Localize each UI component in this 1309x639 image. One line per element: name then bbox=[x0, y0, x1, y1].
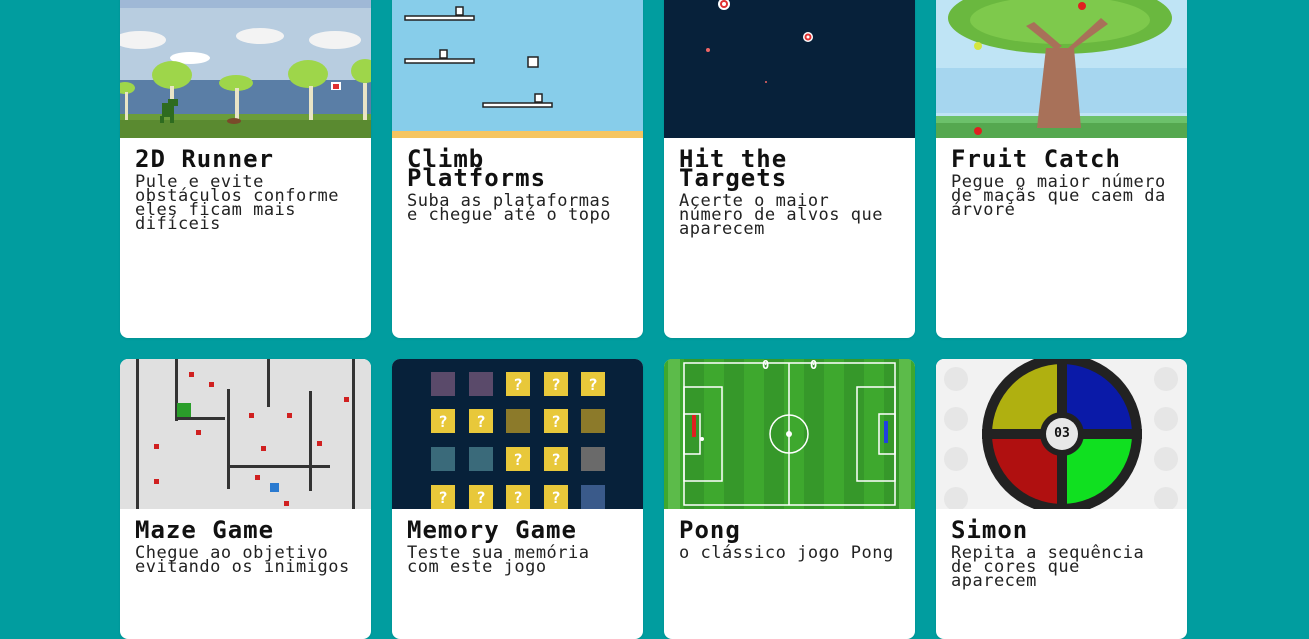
pong-thumbnail: 00 bbox=[664, 359, 915, 509]
svg-text:?: ? bbox=[513, 450, 523, 469]
game-card-hit-the-targets[interactable]: Hit the Targets Acerte o maior número de… bbox=[664, 0, 915, 338]
game-description: Pegue o maior número de maçãs que caem d… bbox=[951, 172, 1166, 220]
game-title: Pong bbox=[679, 516, 741, 544]
game-description: Pule e evite obstáculos conforme eles fi… bbox=[135, 172, 339, 234]
game-title: Climb Platforms bbox=[407, 145, 547, 192]
game-title: Simon bbox=[951, 516, 1029, 544]
simon-counter: 03 bbox=[1054, 426, 1070, 441]
game-description: o clássico jogo Pong bbox=[679, 543, 894, 563]
fruit-thumbnail bbox=[936, 0, 1187, 138]
svg-text:?: ? bbox=[438, 488, 448, 507]
svg-text:0: 0 bbox=[762, 359, 769, 372]
game-title: Hit the Targets bbox=[679, 145, 788, 192]
svg-text:?: ? bbox=[476, 488, 486, 507]
game-card-climb-platforms[interactable]: Climb Platforms Suba as plataformas e ch… bbox=[392, 0, 643, 338]
game-description: Teste sua memória com este jogo bbox=[407, 543, 590, 577]
runner-thumbnail bbox=[120, 0, 371, 138]
game-title: Maze Game bbox=[135, 516, 275, 544]
svg-text:?: ? bbox=[551, 450, 561, 469]
climb-thumbnail bbox=[392, 0, 643, 138]
game-description: Suba as plataformas e chegue até o topo bbox=[407, 191, 611, 225]
svg-text:?: ? bbox=[476, 412, 486, 431]
svg-text:?: ? bbox=[438, 412, 448, 431]
game-description: Repita a sequência de cores que aparecem bbox=[951, 543, 1145, 591]
memory-thumbnail: ??? ??? ?? ???? bbox=[392, 359, 643, 509]
svg-text:0: 0 bbox=[810, 359, 817, 372]
game-card-maze-game[interactable]: Maze Game Chegue ao objetivo evitando os… bbox=[120, 359, 371, 639]
game-card-pong[interactable]: 00 Pong o clássico jogo Pong bbox=[664, 359, 915, 639]
targets-thumbnail bbox=[664, 0, 915, 138]
simon-thumbnail: 03 bbox=[936, 359, 1187, 509]
game-title: Memory Game bbox=[407, 516, 577, 544]
game-card-simon[interactable]: 03 Simon Repita a sequência de cores que… bbox=[936, 359, 1187, 639]
game-description: Chegue ao objetivo evitando os inimigos bbox=[135, 543, 350, 577]
game-card-2d-runner[interactable]: 2D Runner Pule e evite obstáculos confor… bbox=[120, 0, 371, 338]
svg-text:?: ? bbox=[551, 375, 561, 394]
svg-text:?: ? bbox=[551, 488, 561, 507]
svg-text:?: ? bbox=[513, 375, 523, 394]
game-card-fruit-catch[interactable]: Fruit Catch Pegue o maior número de maçã… bbox=[936, 0, 1187, 338]
game-description: Acerte o maior número de alvos que apare… bbox=[679, 191, 883, 239]
game-title: 2D Runner bbox=[135, 145, 275, 173]
game-title: Fruit Catch bbox=[951, 145, 1121, 173]
svg-text:?: ? bbox=[513, 488, 523, 507]
svg-text:?: ? bbox=[588, 375, 598, 394]
game-card-memory-game[interactable]: ??? ??? ?? ???? Memory Game Teste sua me… bbox=[392, 359, 643, 639]
svg-text:?: ? bbox=[551, 412, 561, 431]
maze-thumbnail bbox=[120, 359, 371, 509]
